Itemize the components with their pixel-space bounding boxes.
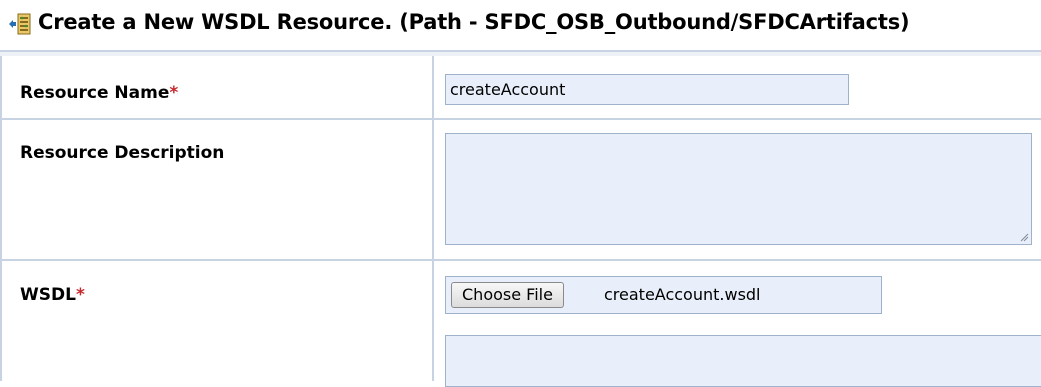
row-divider (0, 118, 1041, 120)
required-marker: * (169, 83, 179, 103)
resize-handle-icon[interactable] (1019, 232, 1029, 242)
resource-description-label-text: Resource Description (20, 143, 225, 163)
choose-file-button[interactable]: Choose File (451, 282, 564, 308)
wsdl-resource-icon (9, 13, 31, 35)
wsdl-label: WSDL* (20, 285, 85, 305)
wsdl-file-picker[interactable]: Choose File createAccount.wsdl (445, 276, 882, 314)
wsdl-content-field[interactable] (445, 335, 1041, 387)
row-divider (0, 259, 1041, 261)
resource-description-field[interactable] (445, 133, 1032, 245)
column-divider (432, 56, 434, 381)
selected-file-name: createAccount.wsdl (604, 285, 761, 304)
resource-name-input[interactable] (445, 74, 849, 105)
resource-name-label: Resource Name* (20, 83, 178, 103)
resource-description-textarea[interactable] (446, 134, 1031, 244)
resource-name-label-text: Resource Name (20, 83, 170, 103)
page-header: Create a New WSDL Resource. (Path - SFDC… (0, 0, 1041, 50)
page-title: Create a New WSDL Resource. (Path - SFDC… (38, 10, 910, 34)
required-marker: * (75, 285, 85, 305)
wsdl-label-text: WSDL (20, 285, 76, 305)
resource-description-label: Resource Description (20, 143, 224, 163)
